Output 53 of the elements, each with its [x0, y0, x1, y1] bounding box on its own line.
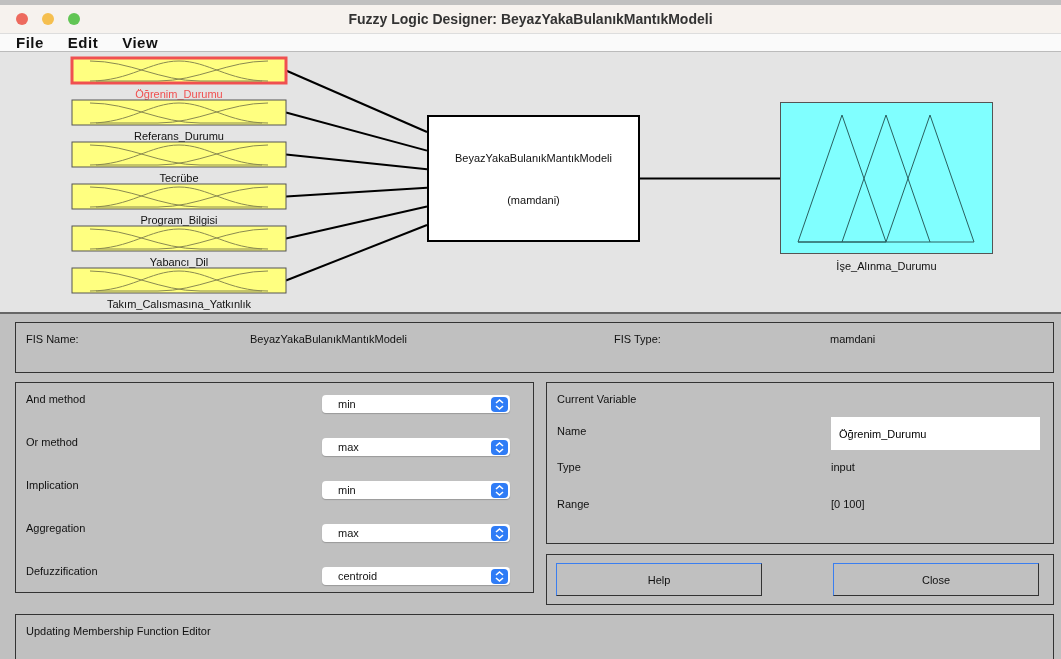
menu-item[interactable]: Edit	[67, 34, 99, 51]
chevron-icon	[491, 482, 508, 498]
method-dropdown[interactable]: min	[322, 481, 510, 499]
system-type: (mamdani)	[507, 193, 560, 206]
output-variable-block[interactable]	[780, 102, 993, 254]
fis-type-value: mamdani	[830, 333, 877, 345]
method-dropdown[interactable]: min	[322, 395, 510, 413]
output-variable-label: İşe_Alınma_Durumu	[836, 260, 937, 272]
system-name: BeyazYakaBulanıkMantıkModeli	[455, 151, 612, 164]
input-variable-label: Öğrenim_Durumu	[135, 88, 223, 101]
variable-type-value: input	[831, 461, 856, 475]
input-variable-block[interactable]	[70, 98, 288, 127]
field-label: FIS Name:	[26, 333, 80, 345]
fis-system-block[interactable]: BeyazYakaBulanıkMantıkModeli (mamdani)	[427, 115, 640, 242]
method-dropdown[interactable]: max	[322, 438, 510, 456]
status-message: Updating Membership Function Editor	[26, 625, 211, 637]
method-label: Implication	[26, 479, 79, 491]
field-label: Range	[557, 498, 591, 512]
chevron-icon	[491, 568, 508, 584]
input-variable-label: Tecrübe	[159, 172, 199, 185]
variable-range-value: [0 100]	[831, 498, 866, 512]
field-label: FIS Type:	[614, 333, 662, 345]
chevron-icon	[491, 439, 508, 455]
menu-item[interactable]: File	[16, 34, 44, 51]
variable-name-field[interactable]: Öğrenim_Durumu	[831, 417, 1040, 450]
input-variable-block[interactable]	[70, 266, 288, 295]
dialog-button[interactable]: Help	[556, 563, 762, 596]
input-variable-label: Yabancı_Dil	[149, 256, 209, 269]
menu-item[interactable]: View	[122, 34, 159, 51]
chevron-icon	[491, 525, 508, 541]
fis-name-value: BeyazYakaBulanıkMantıkModeli	[250, 333, 408, 345]
field-label: Name	[557, 425, 588, 439]
dialog-button[interactable]: Close	[833, 563, 1039, 596]
method-label: Aggregation	[26, 522, 86, 534]
input-variable-label: Referans_Durumu	[134, 130, 224, 143]
method-label: Defuzzification	[26, 565, 98, 577]
input-variable-label: Program_Bilgisi	[140, 214, 218, 227]
method-dropdown[interactable]: centroid	[322, 567, 510, 585]
method-label: Or method	[26, 436, 78, 448]
input-variable-block[interactable]	[70, 140, 288, 169]
method-label: And method	[26, 393, 86, 405]
maximize-window-button[interactable]	[68, 13, 80, 25]
input-variable-label: Takım_Calısmasına_Yatkınlık	[106, 298, 252, 311]
close-window-button[interactable]	[16, 13, 28, 25]
input-variable-block[interactable]	[70, 224, 288, 253]
minimize-window-button[interactable]	[42, 13, 54, 25]
chevron-icon	[491, 396, 508, 412]
input-variable-block[interactable]	[70, 182, 288, 211]
window-title: Fuzzy Logic Designer: BeyazYakaBulanıkMantıkModeli	[348, 11, 713, 27]
field-label: Type	[557, 461, 582, 475]
method-dropdown[interactable]: max	[322, 524, 510, 542]
input-variable-block[interactable]	[70, 56, 288, 85]
section-title: Current Variable	[557, 393, 638, 405]
